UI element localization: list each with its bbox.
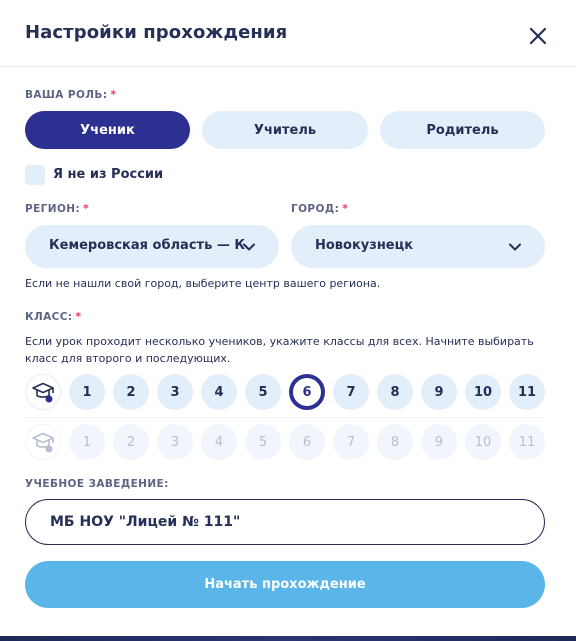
- grade-2nd-11-button[interactable]: 11: [509, 424, 545, 460]
- grade-2nd-3-button[interactable]: 3: [157, 424, 193, 460]
- grade-2nd-6-button[interactable]: 6: [289, 424, 325, 460]
- region-select[interactable]: Кемеровская область — Куз...: [25, 225, 279, 268]
- start-button[interactable]: Начать прохождение: [25, 561, 545, 608]
- grade-4-button[interactable]: 4: [201, 374, 237, 410]
- city-value: Новокузнецк: [315, 238, 414, 253]
- not-russia-label: Я не из России: [53, 167, 164, 182]
- not-russia-checkbox[interactable]: [25, 165, 45, 185]
- dialog-title: Настройки прохождения: [25, 22, 288, 43]
- region-label: РЕГИОН: *: [25, 203, 89, 215]
- chevron-down-icon: [243, 243, 255, 251]
- grade-10-button[interactable]: 10: [465, 374, 501, 410]
- grade-3-button[interactable]: 3: [157, 374, 193, 410]
- city-select[interactable]: Новокузнецк: [291, 225, 545, 268]
- graduation-cap-icon: [25, 374, 61, 410]
- grade-1-button[interactable]: 1: [69, 374, 105, 410]
- role-label: ВАША РОЛЬ: *: [25, 89, 117, 101]
- school-label: УЧЕБНОЕ ЗАВЕДЕНИЕ:: [25, 478, 169, 490]
- background-strip: [0, 636, 576, 641]
- school-field[interactable]: МБ НОУ "Лицей № 111": [25, 499, 545, 545]
- grade-label: КЛАСС: *: [25, 311, 82, 323]
- grade-hint: Если урок проходит несколько учеников, у…: [25, 333, 534, 367]
- dialog-header: Настройки прохождения: [0, 0, 576, 67]
- grade-hint-line-1: Если урок проходит несколько учеников, у…: [25, 335, 534, 348]
- grade-2nd-5-button[interactable]: 5: [245, 424, 281, 460]
- grade-hint-line-2: класс для второго и последующих.: [25, 352, 231, 365]
- role-student-button[interactable]: Ученик: [25, 111, 190, 149]
- grade-2nd-4-button[interactable]: 4: [201, 424, 237, 460]
- grade-2nd-1-button[interactable]: 1: [69, 424, 105, 460]
- city-hint: Если не нашли свой город, выберите центр…: [25, 277, 381, 290]
- city-label: ГОРОД: *: [291, 203, 349, 215]
- grade-2-button[interactable]: 2: [113, 374, 149, 410]
- close-icon[interactable]: [526, 24, 550, 48]
- grade-2nd-10-button[interactable]: 10: [465, 424, 501, 460]
- graduation-cap-icon: [25, 424, 61, 460]
- chevron-down-icon: [509, 243, 521, 251]
- grade-2nd-2-button[interactable]: 2: [113, 424, 149, 460]
- grade-2nd-9-button[interactable]: 9: [421, 424, 457, 460]
- grade-5-button[interactable]: 5: [245, 374, 281, 410]
- grade-9-button[interactable]: 9: [421, 374, 457, 410]
- region-value: Кемеровская область — Куз...: [49, 238, 245, 253]
- role-parent-button[interactable]: Родитель: [380, 111, 545, 149]
- grade-2nd-7-button[interactable]: 7: [333, 424, 369, 460]
- grade-2nd-8-button[interactable]: 8: [377, 424, 413, 460]
- grade-8-button[interactable]: 8: [377, 374, 413, 410]
- grade-7-button[interactable]: 7: [333, 374, 369, 410]
- grade-6-button[interactable]: 6: [289, 374, 325, 410]
- role-teacher-button[interactable]: Учитель: [202, 111, 368, 149]
- grade-divider: [25, 417, 545, 418]
- grade-11-button[interactable]: 11: [509, 374, 545, 410]
